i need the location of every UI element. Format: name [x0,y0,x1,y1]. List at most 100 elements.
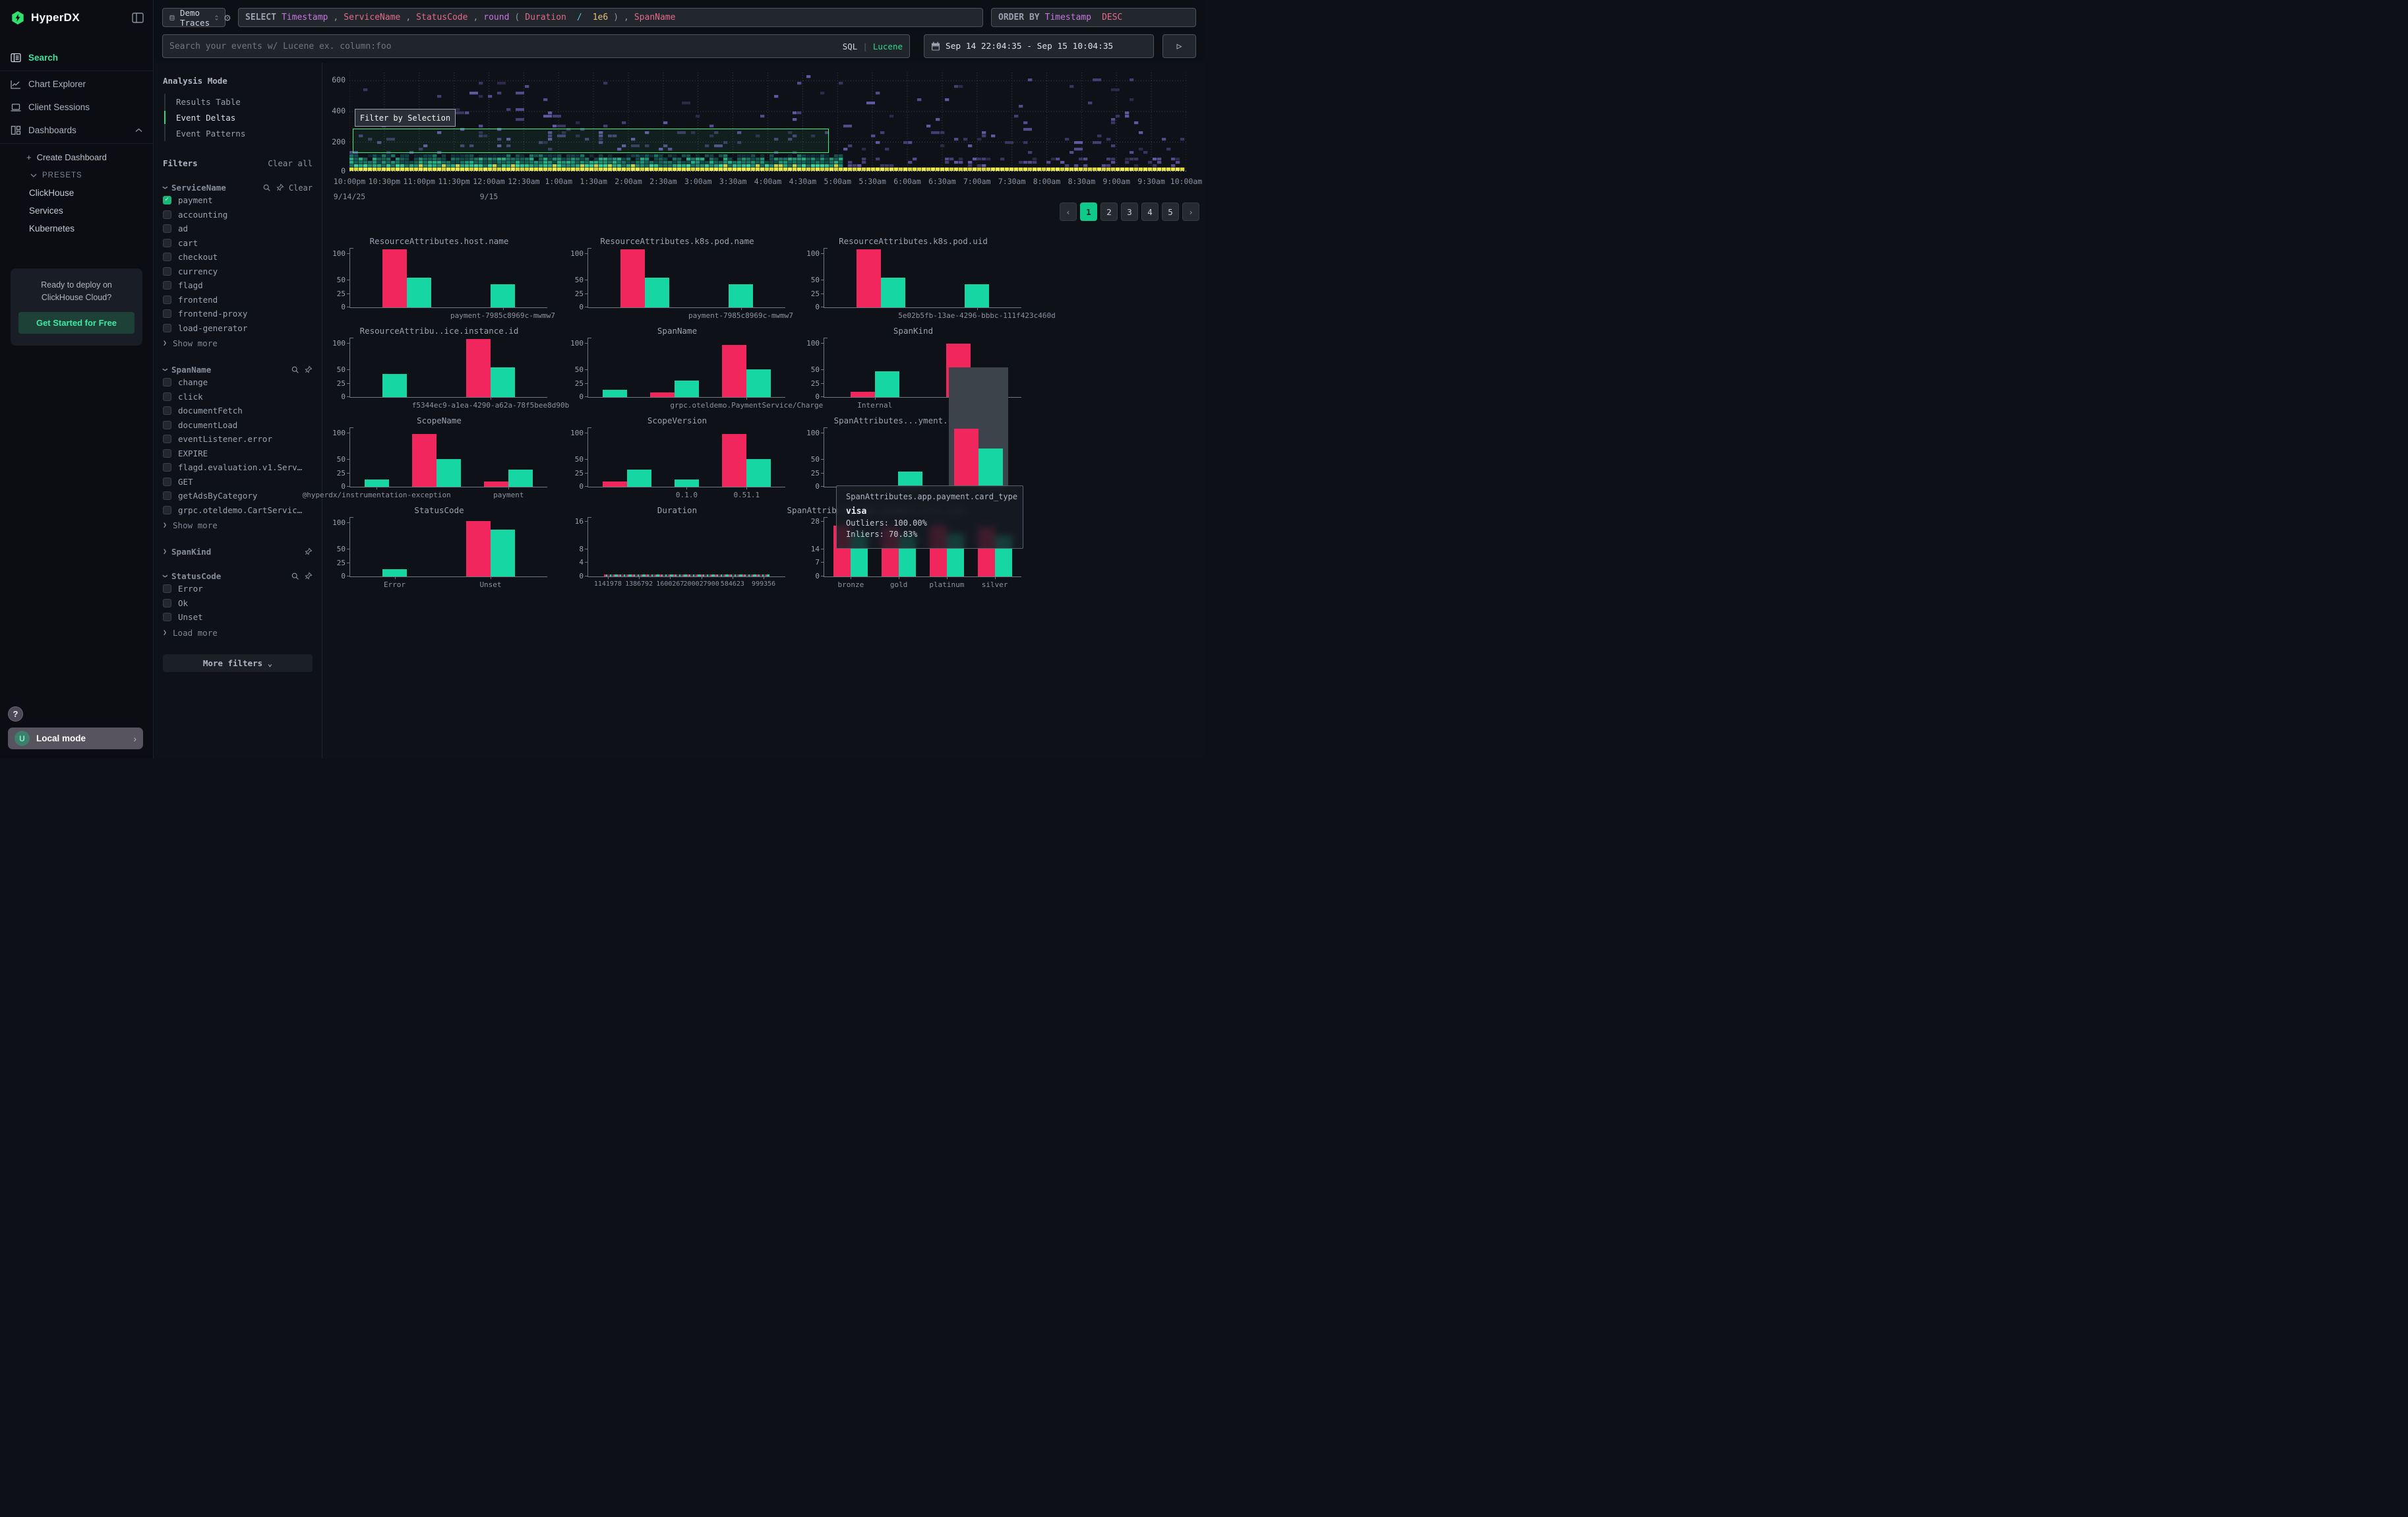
checkbox[interactable] [163,435,171,443]
chart-plot[interactable]: 02550100payment-7985c8969c-mwmw7 [587,248,785,308]
search-icon[interactable] [262,183,271,192]
filter-option-click[interactable]: click [163,390,313,404]
inliers-bar[interactable] [898,472,922,487]
filter-option-flagd-evaluation-v1-serv-[interactable]: flagd.evaluation.v1.Serv… [163,461,313,474]
chart-plot[interactable]: 02550100@hyperdx/instrumentation-excepti… [349,427,547,487]
sidebar-item-clickhouse[interactable]: ClickHouse [0,184,153,202]
filter-option-eventlistener-error[interactable]: eventListener.error [163,433,313,446]
filter-option-error[interactable]: Error [163,582,313,596]
outliers-bar[interactable] [412,434,436,487]
outliers-bar[interactable] [722,434,746,487]
checkbox[interactable] [163,224,171,233]
pin-icon[interactable] [276,183,284,192]
inliers-bar[interactable] [875,371,899,397]
checkbox[interactable] [163,613,171,621]
checkbox[interactable] [163,253,171,261]
analysis-mode-option-results-table[interactable]: Results Table [166,94,313,109]
filter-option-change[interactable]: change [163,376,313,389]
filter-group-header-statuscode[interactable]: ❯StatusCode [163,571,313,581]
outliers-bar[interactable] [857,249,881,307]
outliers-bar[interactable] [851,392,875,397]
inliers-bar[interactable] [978,449,1003,487]
filter-option-payment[interactable]: payment [163,194,313,207]
filter-option-frontend-proxy[interactable]: frontend-proxy [163,307,313,321]
outliers-bar[interactable] [650,392,675,397]
checkbox[interactable] [163,281,171,290]
heatmap-canvas[interactable] [349,73,1186,171]
checkbox[interactable] [163,449,171,458]
sidebar-item-dashboards[interactable]: Dashboards [0,119,153,142]
more-filters-button[interactable]: More filters ⌄ [163,654,313,672]
analysis-mode-option-event-deltas[interactable]: Event Deltas [166,109,313,125]
outliers-bar[interactable] [466,521,491,577]
checkbox[interactable] [163,309,171,318]
lucene-toggle[interactable]: Lucene [873,42,903,51]
inliers-bar[interactable] [746,459,771,487]
get-started-button[interactable]: Get Started for Free [18,312,135,334]
order-by-input[interactable]: ORDER BY Timestamp DESC [991,8,1196,27]
outliers-bar[interactable] [484,481,508,487]
show-more-button[interactable]: ❯Show more [163,518,313,532]
filter-option-load-generator[interactable]: load-generator [163,322,313,335]
date-range-picker[interactable]: Sep 14 22:04:35 - Sep 15 10:04:35 [924,34,1154,58]
search-input[interactable] [169,42,837,51]
chart-plot[interactable]: 025501005e02b5fb-13ae-4296-bbbc-111f423c… [824,248,1021,308]
search-bar[interactable]: SQL | Lucene [162,34,910,58]
inliers-bar[interactable] [407,278,431,307]
pin-icon[interactable] [304,572,313,580]
inliers-bar[interactable] [627,470,651,487]
filter-by-selection-button[interactable]: Filter by Selection [355,109,456,127]
outliers-bar[interactable] [466,339,491,397]
checkbox[interactable] [163,584,171,593]
inliers-bar[interactable] [382,569,407,576]
show-more-button[interactable]: ❯Show more [163,336,313,350]
filter-option-getadsbycategory[interactable]: getAdsByCategory [163,489,313,503]
pagination-prev-button[interactable]: ‹ [1060,202,1077,221]
pagination-page-3[interactable]: 3 [1121,202,1138,221]
inliers-bar[interactable] [382,374,407,397]
heatmap-selection-box[interactable] [353,129,829,153]
checkbox[interactable] [163,295,171,304]
filter-option-currency[interactable]: currency [163,265,313,278]
chart-plot[interactable]: 02550100f5344ec9-a1ea-4290-a62a-78f5bee8… [349,338,547,398]
select-query-input[interactable]: SELECT Timestamp, ServiceName, StatusCod… [238,8,983,27]
outliers-bar[interactable] [603,481,627,487]
events-heatmap[interactable]: 600400200010:00pm10:30pm11:00pm11:30pm12… [349,73,1186,171]
filter-group-header-spanname[interactable]: ❯SpanName [163,365,313,375]
clear-filter-button[interactable]: Clear [289,183,313,193]
chart-plot[interactable]: 025501000.1.00.51.1 [587,427,785,487]
checkbox-checked[interactable] [163,196,171,204]
checkbox[interactable] [163,599,171,607]
filter-option-frontend[interactable]: frontend [163,294,313,307]
filter-option-unset[interactable]: Unset [163,611,313,624]
inliers-bar[interactable] [675,480,699,487]
outliers-bar[interactable] [722,345,746,397]
show-more-button[interactable]: ❯Load more [163,626,313,640]
inliers-bar[interactable] [491,367,515,397]
checkbox[interactable] [163,478,171,486]
sidebar-item-services[interactable]: Services [0,202,153,220]
search-icon[interactable] [291,572,299,580]
checkbox[interactable] [163,267,171,276]
pagination-next-button[interactable]: › [1182,202,1199,221]
pagination-page-5[interactable]: 5 [1162,202,1179,221]
chart-plot[interactable]: 02550100payment-7985c8969c-mwmw7 [349,248,547,308]
filter-option-ok[interactable]: Ok [163,597,313,610]
checkbox[interactable] [163,392,171,401]
checkbox[interactable] [163,324,171,332]
sidebar-item-chart-explorer[interactable]: Chart Explorer [0,73,153,96]
chart-plot[interactable]: 02550100 [824,427,1021,487]
pin-icon[interactable] [304,365,313,374]
sidebar-item-client-sessions[interactable]: Client Sessions [0,96,153,119]
create-dashboard-button[interactable]: + Create Dashboard [0,148,153,167]
checkbox[interactable] [163,506,171,514]
presets-toggle[interactable]: PRESETS [0,167,153,184]
duration-baseline-bars[interactable] [604,574,769,576]
inliers-bar[interactable] [508,470,533,487]
filter-option-get[interactable]: GET [163,476,313,489]
inliers-bar[interactable] [881,278,905,307]
checkbox[interactable] [163,406,171,415]
filter-option-flagd[interactable]: flagd [163,279,313,292]
clear-all-filters-button[interactable]: Clear all [268,158,313,168]
inliers-bar[interactable] [729,284,753,307]
